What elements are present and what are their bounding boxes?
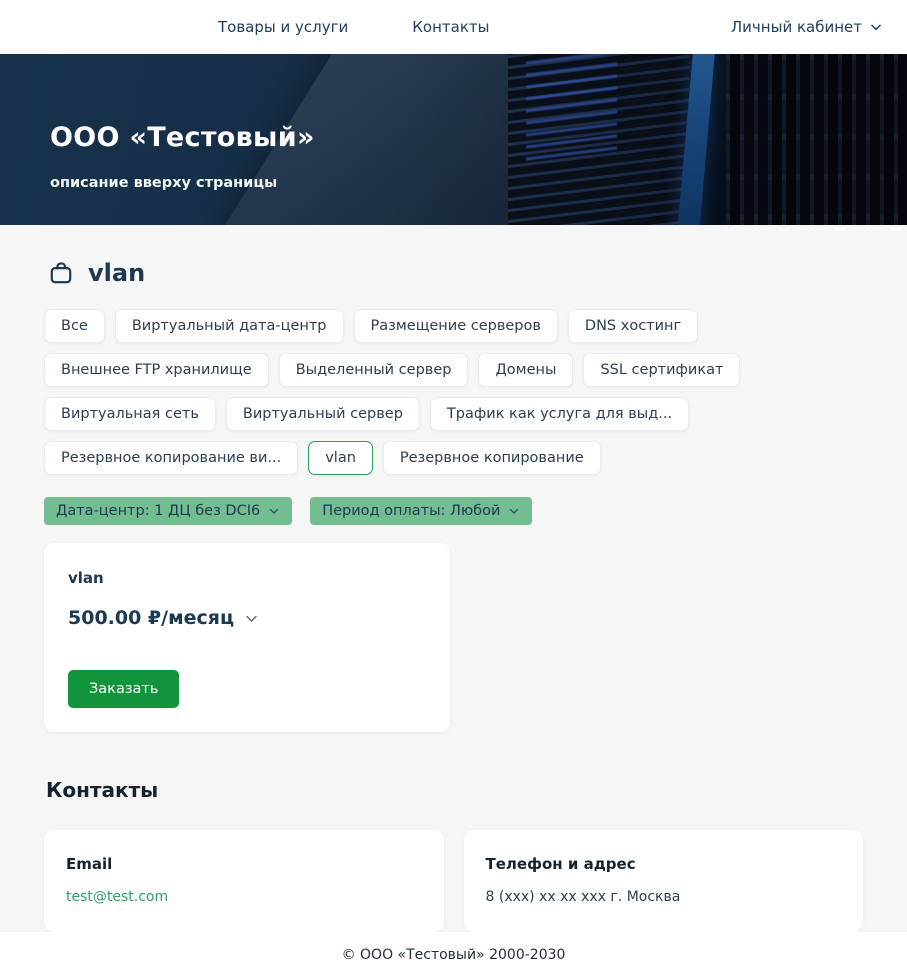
filter-dropdown-label: Дата-центр: 1 ДЦ без DCI6 <box>56 503 260 519</box>
category-chip[interactable]: Трафик как услуга для выд... <box>430 397 689 431</box>
category-chip[interactable]: Домены <box>478 353 573 387</box>
main-nav: Товары и услуги Контакты <box>218 18 489 36</box>
category-chip[interactable]: Резервное копирование ви... <box>44 441 298 475</box>
price-dropdown[interactable]: 500.00 ₽/месяц <box>68 607 258 629</box>
category-chip-list: Все Виртуальный дата-центр Размещение серв… <box>44 309 863 475</box>
category-header: vlan <box>48 259 863 287</box>
category-chip[interactable]: Виртуальный дата-центр <box>115 309 344 343</box>
page-title: vlan <box>88 259 145 287</box>
category-chip[interactable]: Виртуальная сеть <box>44 397 216 431</box>
company-subtitle: описание вверху страницы <box>50 175 315 191</box>
filter-dropdown-label: Период оплаты: Любой <box>322 503 500 519</box>
category-chip[interactable]: SSL сертификат <box>583 353 740 387</box>
category-chip[interactable]: Все <box>44 309 105 343</box>
shopping-bag-icon <box>48 260 74 286</box>
company-title: ООО «Тестовый» <box>50 122 315 153</box>
category-chip[interactable]: DNS хостинг <box>568 309 698 343</box>
filter-dropdown-row: Дата-центр: 1 ДЦ без DCI6 Период оплаты: … <box>44 497 863 525</box>
category-chip[interactable]: Внешнее FTP хранилище <box>44 353 269 387</box>
chevron-down-icon <box>508 505 520 517</box>
contacts-section-title: Контакты <box>46 778 863 802</box>
page-footer: © ООО «Тестовый» 2000-2030 <box>0 932 907 977</box>
account-menu-label: Личный кабинет <box>731 18 862 36</box>
hero-banner: ООО «Тестовый» описание вверху страницы <box>0 54 907 225</box>
product-name: vlan <box>68 569 426 587</box>
category-chip[interactable]: Виртуальный сервер <box>226 397 420 431</box>
chevron-down-icon <box>244 611 258 625</box>
category-chip-selected[interactable]: vlan <box>308 441 373 475</box>
account-menu-button[interactable]: Личный кабинет <box>731 18 883 36</box>
copyright-text: © ООО «Тестовый» 2000-2030 <box>342 947 566 963</box>
contact-card-list: Email test@test.com Телефон и адрес 8 (xxx)… <box>44 830 863 932</box>
top-navbar: Товары и услуги Контакты Личный кабинет <box>0 0 907 54</box>
filter-dropdown-0[interactable]: Дата-центр: 1 ДЦ без DCI6 <box>44 497 292 525</box>
order-button[interactable]: Заказать <box>68 670 179 708</box>
contact-card-title: Телефон и адрес <box>486 855 842 873</box>
chevron-down-icon <box>869 20 883 34</box>
contact-card-title: Email <box>66 855 422 873</box>
filter-dropdown-1[interactable]: Период оплаты: Любой <box>310 497 532 525</box>
product-price: 500.00 ₽/месяц <box>68 607 234 629</box>
contact-email-link[interactable]: test@test.com <box>66 889 168 905</box>
category-chip[interactable]: Выделенный сервер <box>279 353 469 387</box>
contact-card: Телефон и адрес 8 (xxx) xx xx xxx г. Моск… <box>464 830 864 932</box>
product-card: vlan 500.00 ₽/месяц Заказать <box>44 543 450 732</box>
chevron-down-icon <box>268 505 280 517</box>
nav-item-contacts[interactable]: Контакты <box>412 18 489 36</box>
category-chip[interactable]: Размещение серверов <box>354 309 558 343</box>
nav-item-products[interactable]: Товары и услуги <box>218 18 348 36</box>
contact-card: Email test@test.com <box>44 830 444 932</box>
main-content: vlan Все Виртуальный дата-центр Размещение… <box>0 225 907 932</box>
category-chip[interactable]: Резервное копирование <box>383 441 601 475</box>
contact-phone-address: 8 (xxx) xx xx xxx г. Москва <box>486 889 681 905</box>
